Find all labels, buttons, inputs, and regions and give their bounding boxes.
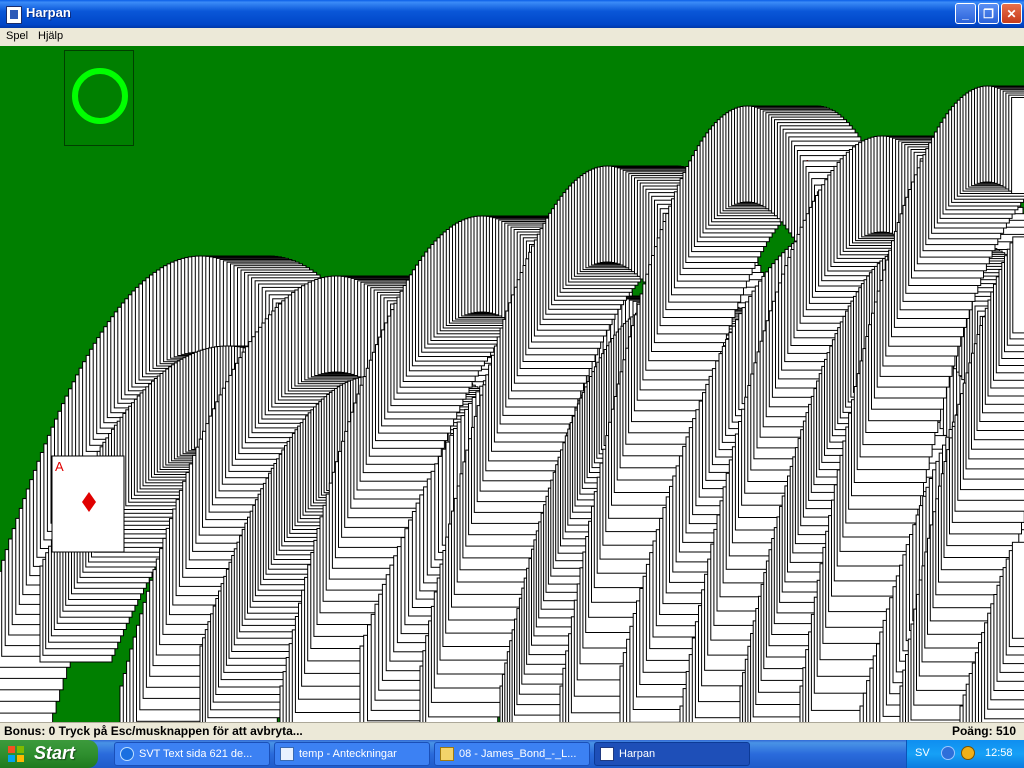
solitaire-icon	[6, 6, 22, 24]
folder-icon	[440, 747, 454, 761]
taskbar-item-label: temp - Anteckningar	[299, 748, 397, 760]
taskbar-item-svt-text[interactable]: SVT Text sida 621 de...	[114, 742, 270, 766]
back-arrow-icon[interactable]	[941, 746, 955, 760]
game-area[interactable]: AAAAAAAAAAAAAAAAAAAAAA222222222222222222…	[0, 46, 1024, 722]
taskbar-item-james-bond-folder[interactable]: 08 - James_Bond_-_L...	[434, 742, 590, 766]
taskbar-item-notepad[interactable]: temp - Anteckningar	[274, 742, 430, 766]
start-button[interactable]: Start	[0, 740, 98, 768]
clock: 12:58	[985, 747, 1013, 759]
minimize-button[interactable]: _	[955, 3, 976, 24]
card-outline	[1011, 97, 1024, 194]
status-score: Poäng: 510	[951, 724, 1016, 738]
title-bar[interactable]: Harpan _ ❐ ✕	[0, 0, 1024, 28]
menu-spel[interactable]: Spel	[4, 30, 30, 42]
taskbar-item-label: Harpan	[619, 748, 656, 760]
taskbar-item-label: SVT Text sida 621 de...	[139, 748, 253, 760]
maximize-button[interactable]: ❐	[978, 3, 999, 24]
ie-icon	[120, 747, 134, 761]
status-bar: Bonus: 0 Tryck på Esc/musknappen för att…	[0, 722, 1024, 741]
solitaire-icon	[600, 747, 614, 761]
windows-logo-icon	[8, 746, 24, 762]
language-indicator[interactable]: SV	[915, 747, 930, 759]
card-outline	[1012, 236, 1024, 334]
card-outline	[1011, 541, 1024, 639]
bouncing-cards-cascade: AAAAAAAAAAAAAAAAAAAAAA222222222222222222…	[0, 85, 1024, 722]
svg-text:A: A	[55, 459, 64, 474]
menu-bar: Spel Hjälp	[0, 28, 1024, 46]
status-bonus-text: Bonus: 0 Tryck på Esc/musknappen för att…	[4, 724, 303, 738]
notepad-icon	[280, 747, 294, 761]
globe-icon[interactable]	[961, 746, 975, 760]
menu-hjalp[interactable]: Hjälp	[36, 30, 65, 42]
taskbar-item-label: 08 - James_Bond_-_L...	[459, 748, 577, 760]
start-label: Start	[34, 743, 76, 763]
system-tray: SV 12:58	[906, 740, 1024, 768]
taskbar: Start SVT Text sida 621 de... temp - Ant…	[0, 740, 1024, 768]
window-title: Harpan	[26, 5, 71, 20]
close-button[interactable]: ✕	[1001, 3, 1022, 24]
taskbar-item-harpan[interactable]: Harpan	[594, 742, 750, 766]
ace-of-diamonds-card: A	[51, 455, 125, 553]
